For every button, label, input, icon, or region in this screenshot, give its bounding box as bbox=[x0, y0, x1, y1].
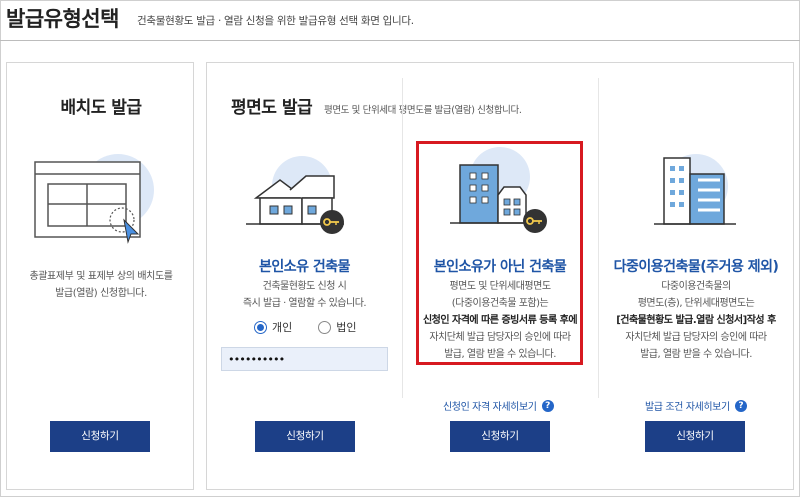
radio-corporation-label: 법인 bbox=[336, 321, 357, 334]
highlight-box bbox=[416, 141, 583, 365]
page-description: 건축물현황도 발급 · 열람 신청을 위한 발급유형 선택 화면 입니다. bbox=[137, 15, 414, 27]
column-divider bbox=[598, 78, 599, 398]
site-plan-apply-button[interactable]: 신청하기 bbox=[50, 421, 150, 452]
own-building-illustration bbox=[246, 156, 344, 234]
radio-individual-label: 개인 bbox=[272, 321, 293, 334]
header-divider bbox=[0, 40, 800, 41]
floor-plan-subtitle: 평면도 및 단위세대 평면도를 발급(열람) 신청합니다. bbox=[324, 105, 522, 116]
column-divider bbox=[402, 78, 403, 398]
own-building-title: 본인소유 건축물 bbox=[258, 259, 351, 275]
applicant-qualification-link[interactable]: 신청인 자격 자세히보기 ? bbox=[443, 398, 554, 413]
multi-use-building-title: 다중이용건축물(주거용 제외) bbox=[613, 259, 779, 275]
floor-plan-title: 평면도 발급 bbox=[231, 98, 313, 118]
multi-use-building-illustration bbox=[654, 154, 736, 225]
help-icon[interactable]: ? bbox=[541, 399, 554, 412]
own-building-description: 건축물현황도 신청 시 즉시 발급 · 열람할 수 있습니다. bbox=[242, 281, 367, 309]
multi-use-building-apply-button[interactable]: 신청하기 bbox=[645, 421, 745, 452]
site-plan-title: 배치도 발급 bbox=[60, 98, 142, 118]
radio-corporation[interactable] bbox=[318, 320, 332, 334]
page-title: 발급유형선택 bbox=[6, 7, 119, 31]
owner-type-radio-group: 개인 법인 bbox=[254, 319, 357, 335]
non-owned-building-apply-button[interactable]: 신청하기 bbox=[450, 421, 550, 452]
radio-individual[interactable] bbox=[254, 320, 267, 334]
own-building-apply-button[interactable]: 신청하기 bbox=[255, 421, 355, 452]
issuance-condition-link[interactable]: 발급 조건 자세히보기 ? bbox=[645, 398, 747, 413]
multi-use-building-description: 다중이용건축물의 평면도(층), 단위세대평면도는 [건축물현황도 발급.열람 … bbox=[616, 281, 776, 360]
site-plan-description: 총괄표제부 및 표제부 상의 배치도를 발급(열람) 신청합니다. bbox=[29, 271, 173, 299]
site-plan-illustration bbox=[34, 154, 154, 244]
help-icon[interactable]: ? bbox=[734, 399, 747, 412]
password-field[interactable] bbox=[221, 347, 388, 371]
